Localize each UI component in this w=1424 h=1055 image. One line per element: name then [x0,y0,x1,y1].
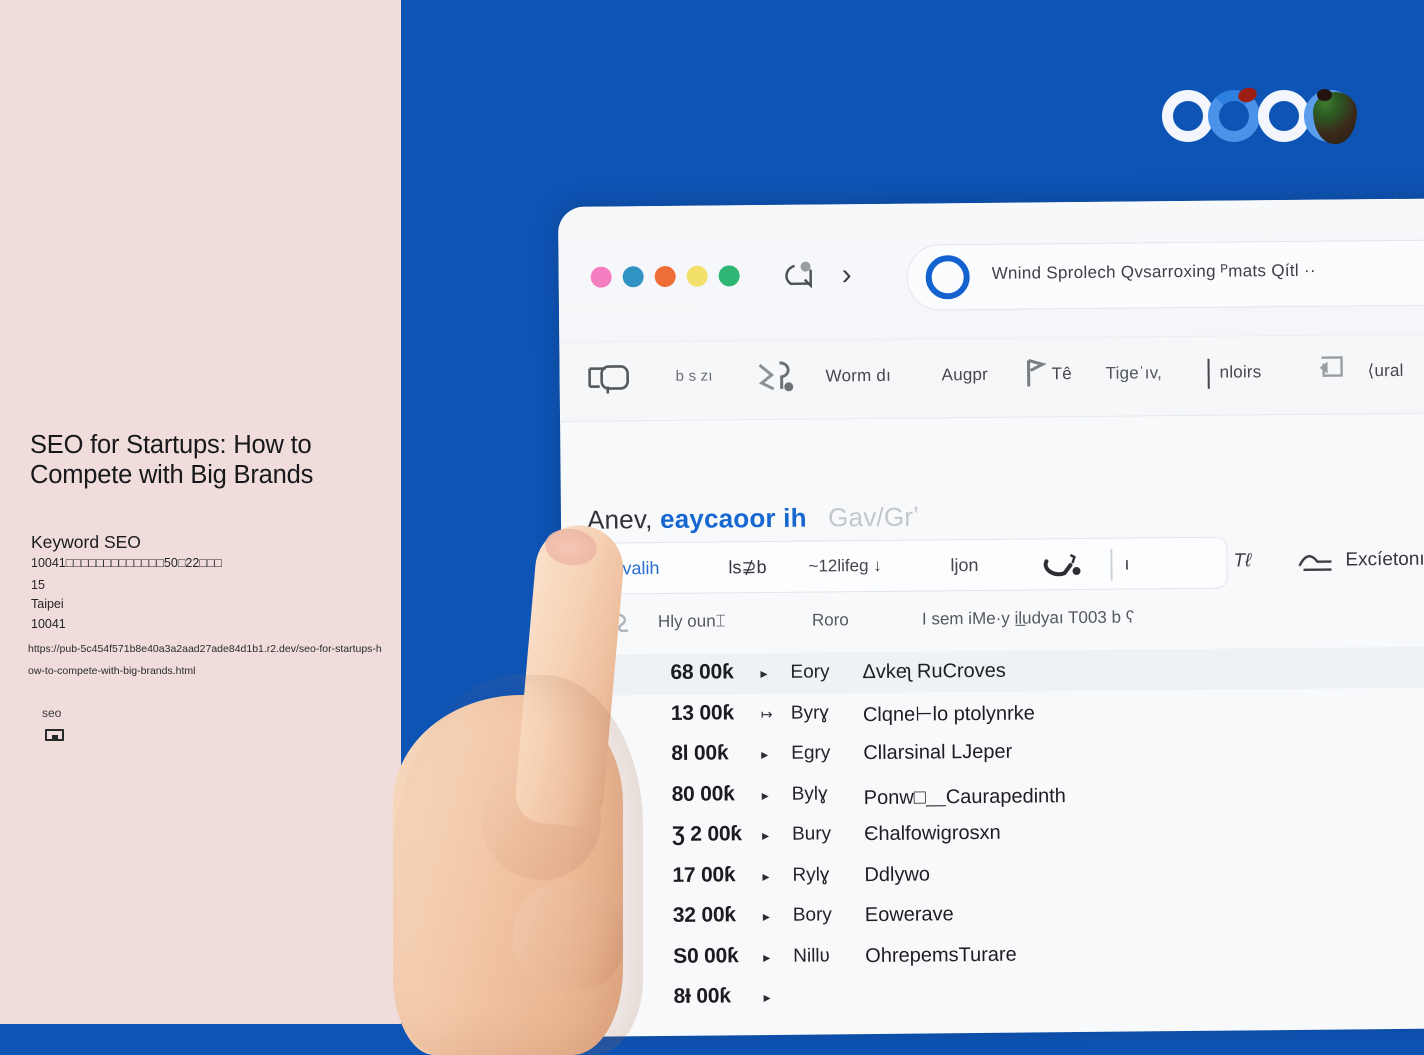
row-tag: Bury [792,823,831,845]
row-arrow-icon: ▸ [762,868,769,885]
meta-postal-code: 10041 [31,617,66,631]
row-label: Cllarsinal LJeper [863,741,1012,765]
row-value: 8l 00ƙ [671,741,728,766]
filter-item-5[interactable]: ı [1124,554,1129,575]
heading-part-dark: Anev, [587,504,653,535]
green-dot-icon[interactable] [719,265,740,286]
blue-circle-icon [925,255,969,299]
search-input[interactable]: Wnind Sprolech Qvsarroxing ᴾmats Qítl ·· [906,238,1424,311]
row-label: Δvkeʅ RuCroves [862,660,1006,684]
toolbar-item-7[interactable]: Tigeˈıv, [1106,363,1163,384]
filter-item-active[interactable]: hvalih [612,558,659,579]
row-value: 8Ɨ 00ƙ [673,984,730,1009]
lasso-badge-icon[interactable] [1040,551,1086,581]
row-arrow-icon: ▸ [762,787,769,804]
heading-part-blue: eaycaoor ih [660,503,807,534]
chevron-right-icon[interactable]: › [842,260,852,290]
row-label: Єhalfowigrosxn [864,822,1001,846]
yellow-dot-icon[interactable] [687,266,708,287]
row-arrow-icon: ↦ [761,705,773,722]
browser-titlebar: › Wnind Sprolech Qvsarroxing ᴾmats Qítl … [558,197,1424,342]
article-url-link[interactable]: https://pub-5c454f571b8e40a3a2aad27ade84… [28,638,384,682]
results-heading: Anev, eaycaoor ih Gav/Grʽ [587,502,919,536]
row-value: S0 00ƙ [673,944,739,969]
row-tag: Egry [791,742,830,764]
keyword-subtitle: Keyword SEO [31,532,141,553]
toolbar-item-10[interactable]: ⟨ural [1368,361,1404,381]
filter-item-1[interactable]: ls⊉b [728,557,766,578]
sort-handle-icon[interactable] [610,610,634,634]
row-value: 17 00ƙ [672,863,735,888]
flag-icon[interactable] [1023,356,1047,390]
column-header-2[interactable]: I sem iMe·y il̲udyaı T003 b ʕ [922,607,1134,629]
tofu-box-icon [45,729,64,741]
heading-part-muted: Gav/Grʽ [814,502,919,533]
column-header-0[interactable]: Hly oun⌶ [658,611,726,632]
toolbar-item-1[interactable]: b s zı [676,368,713,385]
left-info-panel: SEO for Startups: How to Compete with Bi… [0,0,401,1024]
filter-right-item-0[interactable]: Tℓ [1233,550,1251,572]
table-body: 68 00ƙ ▸ Eory Δvkeʅ RuCroves 13 00ƙ ↦ By… [562,645,1424,1019]
row-value: Ʒ 2 00ƙ [672,822,742,847]
row-arrow-icon: ▸ [763,908,770,925]
row-tag: Bory [793,904,832,926]
browser-window: › Wnind Sprolech Qvsarroxing ᴾmats Qítl … [558,197,1424,1037]
row-value: 32 00ƙ [673,903,736,928]
toolbar-item-4[interactable]: Augpr [942,365,989,385]
brand-rings-logo [1160,82,1365,154]
page-title: SEO for Startups: How to Compete with Bi… [30,430,375,490]
row-value: 80 00ƙ [672,782,735,807]
row-value: 68 00ƙ [670,660,733,685]
search-input-value: Wnind Sprolech Qvsarroxing ᴾmats Qítl ·· [992,261,1316,284]
blue-dot-icon[interactable] [623,266,644,287]
window-controls [591,265,740,287]
row-label: Eowerave [865,903,954,927]
bracket-arrow-icon[interactable] [1317,353,1363,383]
row-tag: Byrɣ [791,702,829,724]
meta-street-number: 15 [31,578,45,592]
row-label: Ddlywo [864,863,930,887]
orange-dot-icon[interactable] [655,266,676,287]
wave-icon[interactable] [1297,552,1335,574]
filter-bar: hvalih ls⊉b ~12lifeg ↓ ljon ı [589,537,1227,595]
row-label: Clqne⊢lo ptolynrke [863,700,1035,727]
table-row[interactable]: 8Ɨ 00ƙ ▸ [565,969,1424,1019]
row-label: OhrepemsTurare [865,943,1017,967]
row-tag: Nillʋ [793,945,830,967]
scribble-icon[interactable] [755,359,795,395]
table-header-row: Hly oun⌶ Roro I sem iMe·y il̲udyaı T003 … [590,597,1424,646]
row-arrow-icon: ▸ [763,948,770,965]
logo-ring-1 [1162,90,1214,142]
meta-city: Taipei [31,597,64,611]
browser-toolbar: b s zı Worm dı Augpr Tê Tigeˈıv, nloirs … [559,332,1424,422]
filter-right-item-2[interactable]: Excíetonı [1345,549,1424,572]
column-header-1[interactable]: Roro [812,610,849,630]
filter-item-3[interactable]: ljon [950,555,978,576]
row-tag: Rylɣ [792,864,829,886]
pink-dot-icon[interactable] [591,266,612,287]
toolbar-item-8[interactable]: nloirs [1220,362,1262,382]
row-arrow-icon: ▸ [761,746,768,763]
filter-divider [1110,549,1112,581]
logo-pinecone-icon [1313,92,1357,144]
row-arrow-icon: ▸ [764,989,771,1006]
meta-address-line: 10041□□□□□□□□□□□□□50□22□□□ [31,556,222,570]
row-tag: Eory [790,661,829,683]
logo-ring-3 [1258,90,1310,142]
back-arrow-icon[interactable] [781,259,827,291]
row-value: 13 00ƙ [671,701,734,726]
toolbar-divider [1207,359,1209,389]
row-arrow-icon: ▸ [760,665,767,682]
filter-item-2[interactable]: ~12lifeg ↓ [808,556,881,577]
row-arrow-icon: ▸ [762,827,769,844]
toolbar-item-6[interactable]: Tê [1052,364,1072,384]
row-tag: Bylɣ [792,783,828,805]
bracket-shape-icon[interactable] [585,360,633,394]
tag-label: seo [42,706,61,720]
toolbar-item-3[interactable]: Worm dı [826,366,892,387]
row-label: Ponw□⸏Caurapedinth [864,781,1066,810]
